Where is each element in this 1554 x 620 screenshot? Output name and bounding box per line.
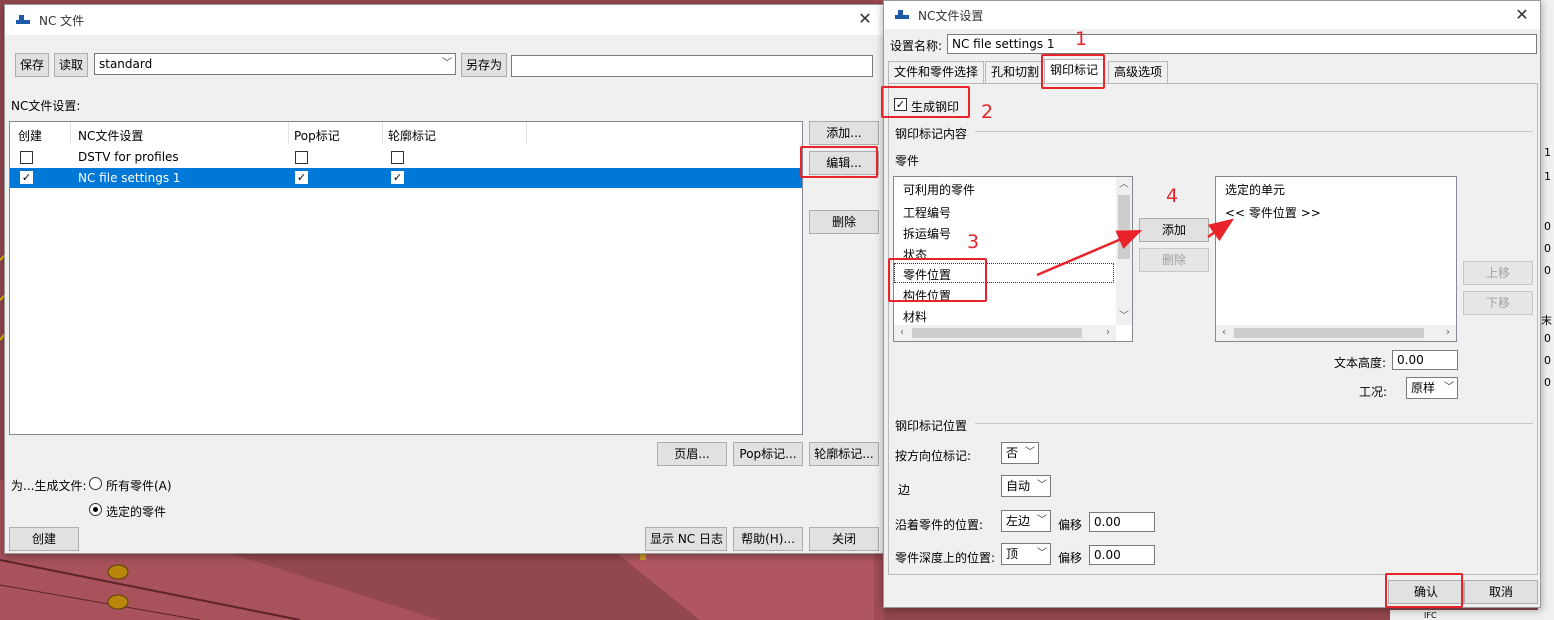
arrow-to-selected-list [1207,218,1235,242]
arrow-to-add-button [1036,229,1143,277]
annotation-arrows [1036,218,1235,277]
